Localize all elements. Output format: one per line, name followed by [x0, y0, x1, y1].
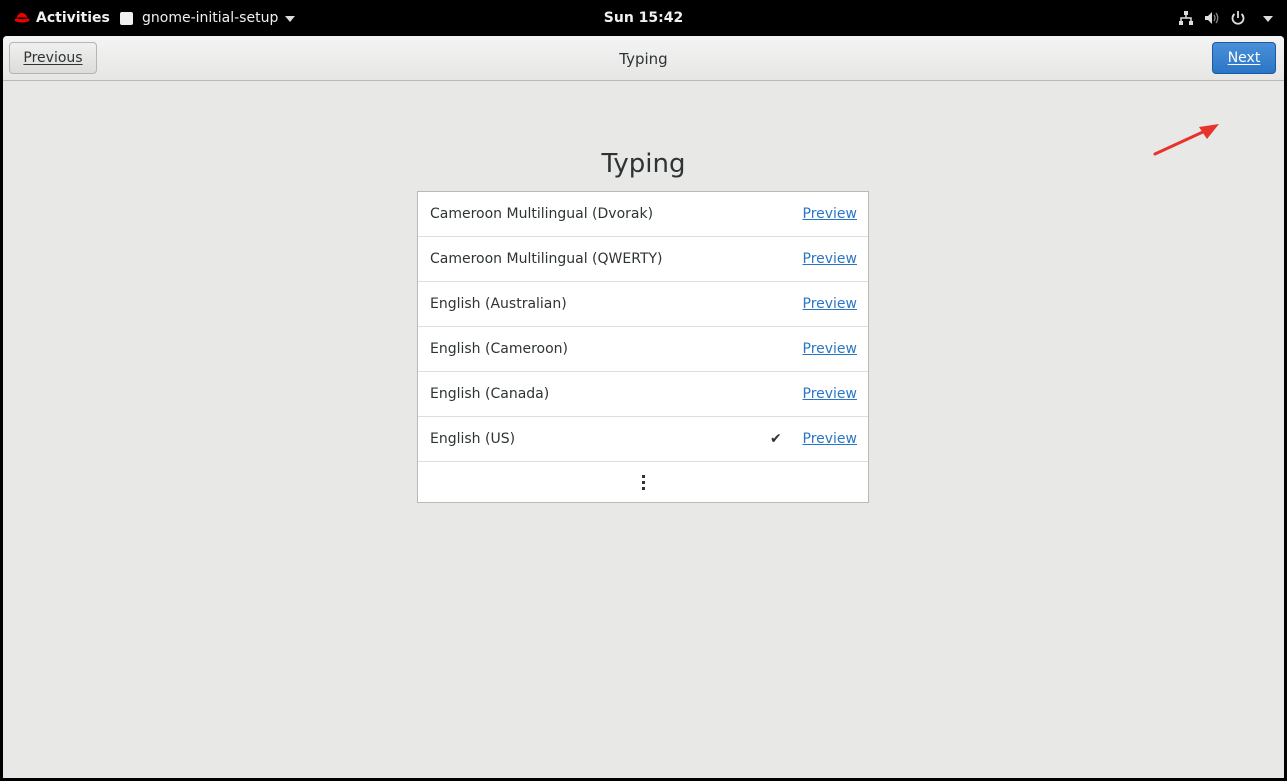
layout-row[interactable]: Cameroon Multilingual (Dvorak) Preview: [418, 192, 868, 237]
volume-icon: [1205, 12, 1219, 24]
layout-name: Cameroon Multilingual (QWERTY): [430, 251, 663, 267]
layout-name: English (Canada): [430, 386, 550, 402]
network-icon: [1179, 11, 1193, 25]
activities-button[interactable]: Activities: [14, 0, 110, 36]
initial-setup-window: Typing Previous Next Typing Select your …: [3, 36, 1284, 778]
layout-name: English (Australian): [430, 296, 567, 312]
app-menu[interactable]: gnome-initial-setup: [120, 0, 296, 36]
layout-row[interactable]: Cameroon Multilingual (QWERTY) Preview: [418, 237, 868, 282]
preview-link[interactable]: Preview: [803, 386, 858, 402]
preview-link[interactable]: Preview: [803, 296, 858, 312]
previous-button[interactable]: Previous: [9, 42, 97, 74]
layout-row[interactable]: English (Canada) Preview: [418, 372, 868, 417]
more-layouts-button[interactable]: [418, 462, 868, 502]
power-icon: [1231, 11, 1245, 25]
chevron-down-icon: [1263, 16, 1273, 22]
activities-label: Activities: [36, 10, 110, 26]
layout-row[interactable]: English (Australian) Preview: [418, 282, 868, 327]
layout-row-selected[interactable]: English (US) ✔ Preview: [418, 417, 868, 462]
layout-name: English (Cameroon): [430, 341, 568, 357]
header-bar: Typing Previous Next: [3, 36, 1284, 81]
preview-link[interactable]: Preview: [803, 251, 858, 267]
next-button[interactable]: Next: [1212, 42, 1276, 74]
clock[interactable]: Sun 15:42: [604, 10, 683, 26]
application-icon: [120, 11, 133, 25]
layout-name: Cameroon Multilingual (Dvorak): [430, 206, 654, 222]
layout-name: English (US): [430, 431, 516, 447]
preview-link[interactable]: Preview: [803, 206, 858, 222]
top-bar: Activities gnome-initial-setup Sun 15:42: [0, 0, 1287, 36]
app-menu-caret-icon: [285, 16, 296, 22]
preview-link[interactable]: Preview: [803, 431, 858, 447]
preview-link[interactable]: Preview: [803, 341, 858, 357]
layout-list: Cameroon Multilingual (Dvorak) Preview C…: [417, 191, 869, 503]
page-title: Typing: [601, 149, 686, 179]
app-menu-label: gnome-initial-setup: [142, 10, 279, 26]
redhat-logo-icon: [14, 13, 30, 23]
layout-row[interactable]: English (Cameroon) Preview: [418, 327, 868, 372]
system-status-area[interactable]: [1178, 0, 1273, 36]
checkmark-icon: ✔: [770, 431, 782, 447]
more-vertical-icon: [641, 474, 645, 490]
window-title: Typing: [619, 49, 668, 68]
